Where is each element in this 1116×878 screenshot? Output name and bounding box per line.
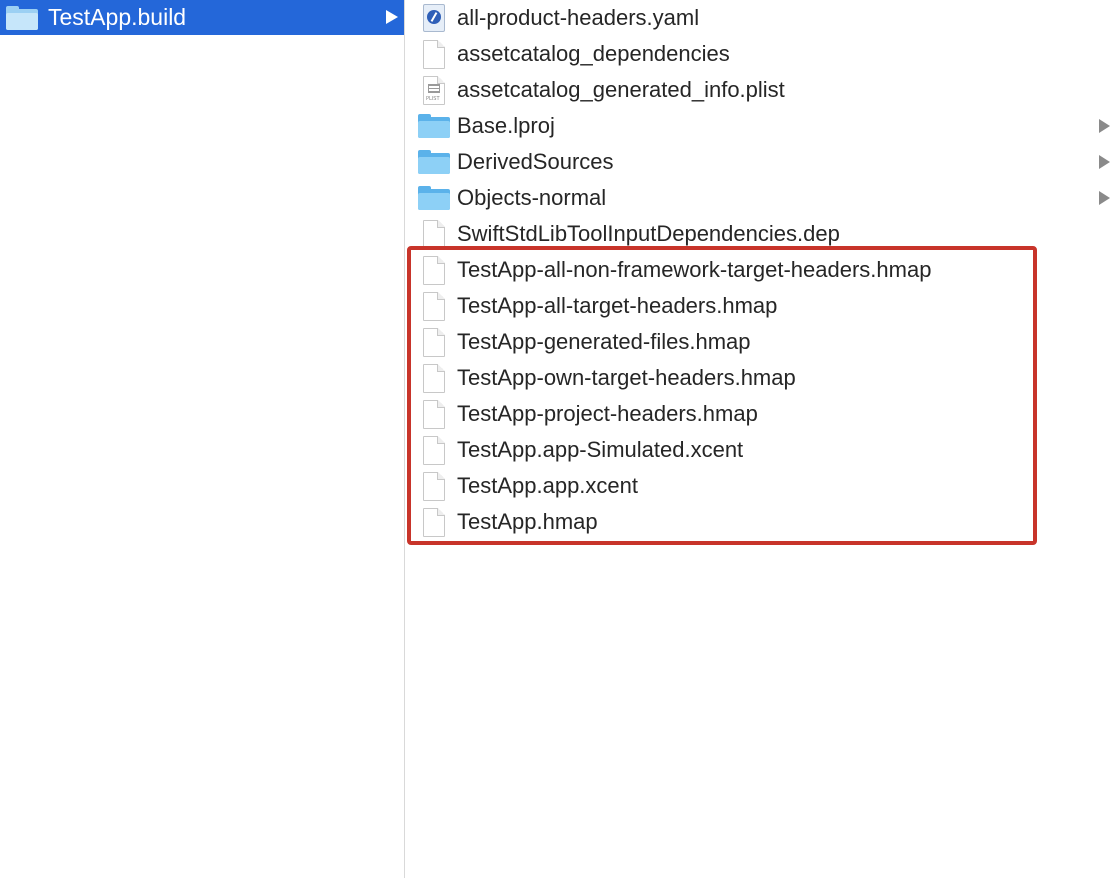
folder-item-objects-normal[interactable]: Objects-normal bbox=[405, 180, 1116, 216]
file-name: TestApp-all-non-framework-target-headers… bbox=[457, 257, 932, 282]
document-icon bbox=[423, 471, 445, 501]
document-icon bbox=[423, 507, 445, 537]
column-right: all-product-headers.yaml assetcatalog_de… bbox=[405, 0, 1116, 878]
document-icon bbox=[423, 363, 445, 393]
finder-column-view: TestApp.build all-product-headers.yaml a… bbox=[0, 0, 1116, 878]
folder-name: DerivedSources bbox=[457, 149, 614, 174]
file-item-all-product-headers-yaml[interactable]: all-product-headers.yaml bbox=[405, 0, 1116, 36]
file-item-hmap[interactable]: TestApp-project-headers.hmap bbox=[405, 396, 1116, 432]
document-icon bbox=[423, 435, 445, 465]
file-item-assetcatalog-dependencies[interactable]: assetcatalog_dependencies bbox=[405, 36, 1116, 72]
file-item-hmap[interactable]: TestApp.hmap bbox=[405, 504, 1116, 540]
document-icon bbox=[423, 219, 445, 249]
document-icon bbox=[423, 255, 445, 285]
file-item-hmap[interactable]: TestApp-all-target-headers.hmap bbox=[405, 288, 1116, 324]
file-name: TestApp.app.xcent bbox=[457, 473, 639, 498]
folder-icon bbox=[6, 5, 38, 30]
file-item-hmap[interactable]: TestApp-all-non-framework-target-headers… bbox=[405, 252, 1116, 288]
column-item-testapp-build[interactable]: TestApp.build bbox=[0, 0, 404, 35]
file-name: TestApp-all-target-headers.hmap bbox=[457, 293, 778, 318]
folder-item-base-lproj[interactable]: Base.lproj bbox=[405, 108, 1116, 144]
folder-icon bbox=[418, 114, 450, 138]
document-icon bbox=[423, 327, 445, 357]
column-item-label: TestApp.build bbox=[48, 4, 187, 30]
file-item-hmap[interactable]: TestApp-generated-files.hmap bbox=[405, 324, 1116, 360]
yaml-file-icon bbox=[423, 4, 445, 32]
file-item-assetcatalog-generated-info-plist[interactable]: PLIST assetcatalog_generated_info.plist bbox=[405, 72, 1116, 108]
file-item-xcent[interactable]: TestApp.app.xcent bbox=[405, 468, 1116, 504]
document-icon bbox=[423, 291, 445, 321]
folder-icon bbox=[418, 186, 450, 210]
disclosure-arrow-icon bbox=[1099, 191, 1110, 205]
disclosure-arrow-icon bbox=[1099, 119, 1110, 133]
file-name: all-product-headers.yaml bbox=[457, 5, 700, 30]
folder-name: Base.lproj bbox=[457, 113, 555, 138]
plist-file-icon: PLIST bbox=[423, 75, 445, 105]
file-name: TestApp-own-target-headers.hmap bbox=[457, 365, 796, 390]
folder-item-derivedsources[interactable]: DerivedSources bbox=[405, 144, 1116, 180]
document-icon bbox=[423, 39, 445, 69]
file-name: SwiftStdLibToolInputDependencies.dep bbox=[457, 221, 840, 246]
document-icon bbox=[423, 399, 445, 429]
file-name: TestApp-generated-files.hmap bbox=[457, 329, 751, 354]
file-name: assetcatalog_generated_info.plist bbox=[457, 77, 785, 102]
disclosure-arrow-icon bbox=[1099, 155, 1110, 169]
column-left: TestApp.build bbox=[0, 0, 404, 878]
file-name: TestApp.hmap bbox=[457, 509, 598, 534]
file-name: TestApp.app-Simulated.xcent bbox=[457, 437, 744, 462]
file-name: TestApp-project-headers.hmap bbox=[457, 401, 758, 426]
folder-name: Objects-normal bbox=[457, 185, 607, 210]
folder-icon bbox=[418, 150, 450, 174]
file-item-xcent[interactable]: TestApp.app-Simulated.xcent bbox=[405, 432, 1116, 468]
disclosure-arrow-icon bbox=[386, 10, 398, 24]
file-name: assetcatalog_dependencies bbox=[457, 41, 730, 66]
file-item-swiftstdlibtoolinputdependencies[interactable]: SwiftStdLibToolInputDependencies.dep bbox=[405, 216, 1116, 252]
file-item-hmap[interactable]: TestApp-own-target-headers.hmap bbox=[405, 360, 1116, 396]
